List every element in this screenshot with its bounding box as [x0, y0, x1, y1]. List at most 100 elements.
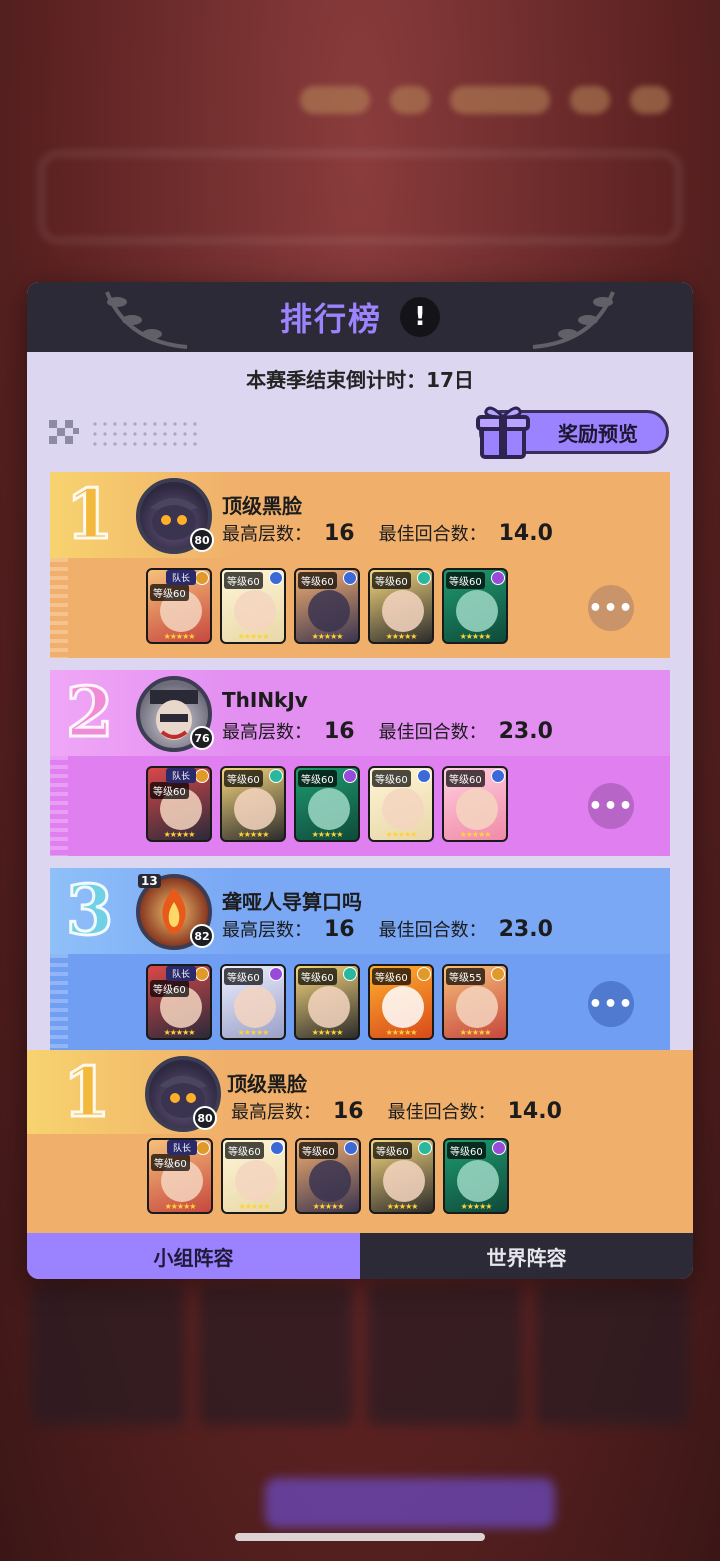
star-rating-icon: ★★★★★: [460, 1202, 493, 1211]
laurel-right-icon: [532, 291, 615, 349]
reward-preview-label: 奖励预览: [558, 421, 638, 446]
hero-card[interactable]: 等级60 ★★★★★: [220, 964, 286, 1040]
hero-level: 等级60: [224, 968, 263, 985]
hero-card[interactable]: 等级60 ★★★★★: [294, 766, 360, 842]
lineup-tabs: 小组阵容 世界阵容: [27, 1233, 693, 1279]
hero-portrait: [383, 1160, 425, 1202]
element-icon: [417, 967, 431, 981]
panel-header: 排行榜 !: [27, 282, 693, 352]
reward-preview-button[interactable]: 奖励预览: [476, 406, 669, 459]
player-name: 顶级黑脸: [222, 494, 302, 518]
best-round-value: 23.0: [498, 917, 553, 942]
best-round-value: 14.0: [507, 1099, 562, 1124]
gift-icon: [476, 406, 530, 459]
self-rank-entry[interactable]: 1 80 顶级黑脸 最高层数： 16 最佳回合数： 14.0 等级60 ★★★★…: [27, 1050, 693, 1234]
laurel-left-icon: [105, 291, 188, 349]
rank-entry-2[interactable]: 2 76 ThINkJv 最高层数： 16 最佳回合数： 23.0 等级60 ★…: [50, 670, 670, 856]
element-icon: [343, 967, 357, 981]
element-icon: [269, 967, 283, 981]
hero-portrait: [382, 986, 424, 1028]
star-rating-icon: ★★★★★: [237, 632, 270, 641]
hero-card[interactable]: 等级60 ★★★★★ 队长: [147, 1138, 213, 1214]
player-level: 80: [190, 528, 214, 552]
more-dots-icon[interactable]: •••: [588, 585, 634, 631]
hero-level: 等级60: [298, 770, 337, 787]
hero-card[interactable]: 等级60 ★★★★★: [294, 964, 360, 1040]
max-floor-label: 最高层数：: [222, 524, 312, 545]
rank-entry-3[interactable]: 3 82 13 聋哑人导算口吗 最高层数： 16 最佳回合数： 23.0 等级6…: [50, 868, 670, 1054]
hero-card[interactable]: 等级60 ★★★★★: [442, 568, 508, 644]
side-stripe: [50, 954, 68, 1054]
hero-card[interactable]: 等级60 ★★★★★: [368, 568, 434, 644]
tab-world-lineup[interactable]: 世界阵容: [360, 1233, 693, 1279]
element-icon: [418, 1141, 432, 1155]
hero-level: 等级60: [150, 980, 189, 997]
hero-card[interactable]: 等级60 ★★★★★: [369, 1138, 435, 1214]
rank-badge: 13: [138, 874, 161, 888]
background-button: [265, 1478, 555, 1528]
dots-decoration: [49, 420, 197, 446]
rank-entry-header: 1 80 顶级黑脸 最高层数： 16 最佳回合数： 14.0: [27, 1050, 693, 1134]
max-floor-label: 最高层数：: [231, 1102, 321, 1123]
element-icon: [417, 769, 431, 783]
hero-level: 等级60: [298, 572, 337, 589]
player-stats: 最高层数： 16 最佳回合数： 23.0: [222, 916, 577, 942]
hero-portrait: [234, 986, 276, 1028]
hero-portrait: [235, 1160, 277, 1202]
hero-level: 等级60: [298, 968, 337, 985]
hero-card[interactable]: 等级60 ★★★★★: [220, 568, 286, 644]
max-floor-value: 16: [324, 521, 355, 546]
hero-card[interactable]: 等级60 ★★★★★: [368, 766, 434, 842]
star-rating-icon: ★★★★★: [163, 830, 196, 839]
hero-card[interactable]: 等级60 ★★★★★: [443, 1138, 509, 1214]
star-rating-icon: ★★★★★: [163, 632, 196, 641]
rank-number: 1: [64, 475, 114, 555]
hero-level: 等级60: [372, 572, 411, 589]
hero-portrait: [308, 986, 350, 1028]
hero-portrait: [309, 1160, 351, 1202]
hero-portrait: [382, 788, 424, 830]
hero-card[interactable]: 等级60 ★★★★★ 队长: [146, 766, 212, 842]
hero-portrait: [457, 1160, 499, 1202]
star-rating-icon: ★★★★★: [163, 1028, 196, 1037]
hero-card[interactable]: 等级60 ★★★★★: [294, 568, 360, 644]
rank-entry-header: 2 76 ThINkJv 最高层数： 16 最佳回合数： 23.0: [50, 670, 670, 756]
hero-card[interactable]: 等级60 ★★★★★: [295, 1138, 361, 1214]
hero-card[interactable]: 等级60 ★★★★★: [220, 766, 286, 842]
hero-card[interactable]: 等级60 ★★★★★: [442, 766, 508, 842]
more-dots-icon[interactable]: •••: [588, 783, 634, 829]
player-level: 82: [190, 924, 214, 948]
player-level: 76: [190, 726, 214, 750]
captain-tag: 队长: [166, 966, 197, 981]
panel-title: 排行榜: [279, 300, 382, 338]
best-round-value: 14.0: [498, 521, 553, 546]
star-rating-icon: ★★★★★: [237, 830, 270, 839]
rank-entry-1[interactable]: 1 80 顶级黑脸 最高层数： 16 最佳回合数： 14.0 等级60 ★★★★…: [50, 472, 670, 658]
tab-group-lineup[interactable]: 小组阵容: [27, 1233, 360, 1279]
hero-card[interactable]: 等级60 ★★★★★ 队长: [146, 568, 212, 644]
rank-entry-header: 1 80 顶级黑脸 最高层数： 16 最佳回合数： 14.0: [50, 472, 670, 558]
element-icon: [195, 967, 209, 981]
info-icon[interactable]: !: [400, 297, 440, 337]
ranking-list[interactable]: 1 80 顶级黑脸 最高层数： 16 最佳回合数： 14.0 等级60 ★★★★…: [50, 472, 670, 1066]
max-floor-label: 最高层数：: [222, 722, 312, 743]
hero-level: 等级60: [447, 1142, 486, 1159]
hero-level: 等级60: [151, 1154, 190, 1171]
leaderboard-panel: 排行榜 ! 本赛季结束倒计时：17日 奖励预览 1 80 顶级黑脸 最高层数： …: [27, 282, 693, 1279]
season-countdown: 本赛季结束倒计时：17日: [246, 368, 474, 392]
hero-card[interactable]: 等级55 ★★★★★: [442, 964, 508, 1040]
hero-card[interactable]: 等级60 ★★★★★ 队长: [146, 964, 212, 1040]
hero-card[interactable]: 等级60 ★★★★★: [221, 1138, 287, 1214]
hero-lineup: 等级60 ★★★★★ 队长 等级60 ★★★★★ 等级60 ★★★★★ 等级60…: [147, 1138, 509, 1214]
hero-portrait: [382, 590, 424, 632]
rank-number: 3: [64, 871, 114, 951]
element-icon: [491, 769, 505, 783]
team-row: 等级60 ★★★★★ 队长 等级60 ★★★★★ 等级60 ★★★★★ 等级60…: [50, 558, 670, 658]
home-indicator: [235, 1533, 485, 1541]
element-icon: [195, 769, 209, 783]
star-rating-icon: ★★★★★: [459, 830, 492, 839]
hero-card[interactable]: 等级60 ★★★★★: [368, 964, 434, 1040]
more-dots-icon[interactable]: •••: [588, 981, 634, 1027]
element-icon: [492, 1141, 506, 1155]
team-row: 等级60 ★★★★★ 队长 等级60 ★★★★★ 等级60 ★★★★★ 等级60…: [50, 954, 670, 1054]
